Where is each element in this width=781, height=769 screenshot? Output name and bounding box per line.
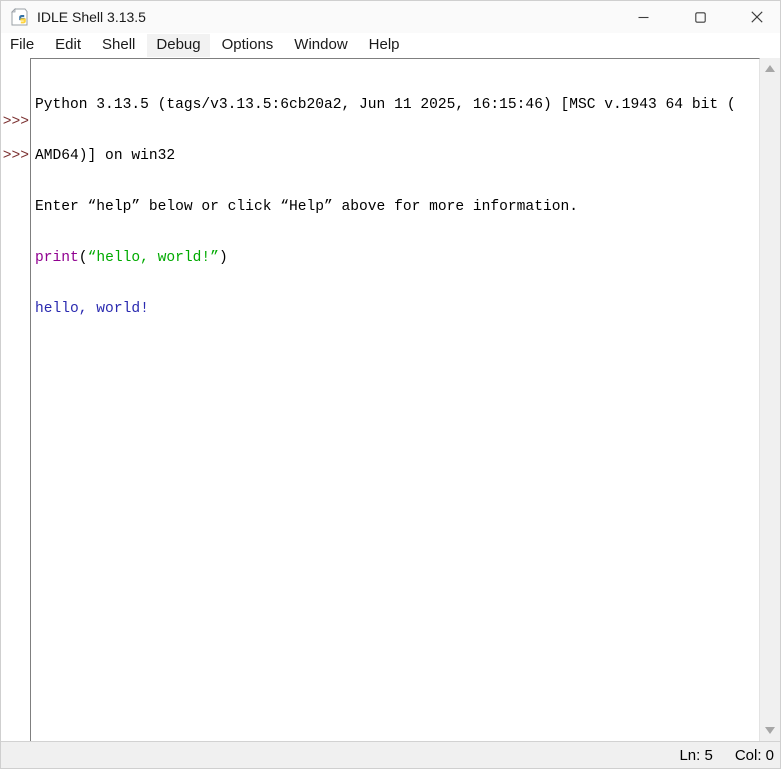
banner-line-2: AMD64)] on win32 [35, 148, 757, 165]
banner-line-1: Python 3.13.5 (tags/v3.13.5:6cb20a2, Jun… [35, 97, 757, 114]
shell-prompt-sidebar: >>> >>> [1, 59, 30, 740]
idle-shell-window: { "window": { "title": "IDLE Shell 3.13.… [0, 0, 781, 769]
menu-edit[interactable]: Edit [46, 34, 90, 57]
status-line-indicator: Ln: 5 [679, 747, 712, 764]
minimize-icon [638, 12, 649, 23]
close-icon [751, 11, 763, 23]
banner-line-3: Enter “help” below or click “Help” above… [35, 199, 757, 216]
menu-bar: File Edit Shell Debug Options Window Hel… [1, 33, 780, 58]
menu-shell[interactable]: Shell [93, 34, 144, 57]
menu-help[interactable]: Help [360, 34, 409, 57]
menu-debug[interactable]: Debug [147, 34, 209, 57]
status-bar: Ln: 5 Col: 0 [1, 741, 780, 768]
banner-text-1: Python 3.13.5 (tags/v3.13.5:6cb20a2, Jun… [35, 97, 736, 113]
vertical-scrollbar[interactable] [760, 58, 780, 741]
prompt-row-empty [1, 131, 29, 148]
title-bar[interactable]: IDLE Shell 3.13.5 [1, 1, 780, 33]
code-string: “hello, world!” [88, 250, 219, 266]
menu-window[interactable]: Window [285, 34, 356, 57]
prompt-row-empty [1, 63, 29, 80]
scroll-down-button[interactable] [760, 722, 780, 739]
shell-prompt: >>> [1, 114, 29, 131]
output-line: hello, world! [35, 301, 757, 318]
menu-file[interactable]: File [1, 34, 43, 57]
code-builtin: print [35, 250, 79, 266]
prompt-row-empty [1, 97, 29, 114]
window-title: IDLE Shell 3.13.5 [37, 9, 146, 25]
shell-text-frame: Python 3.13.5 (tags/v3.13.5:6cb20a2, Jun… [30, 58, 760, 741]
shell-prompt: >>> [1, 148, 29, 165]
banner-text-2: AMD64)] on win32 [35, 148, 175, 164]
shell-text-area[interactable]: Python 3.13.5 (tags/v3.13.5:6cb20a2, Jun… [31, 59, 759, 741]
code-input-line: print(“hello, world!”) [35, 250, 757, 267]
maximize-icon [695, 12, 706, 23]
scroll-up-button[interactable] [760, 60, 780, 77]
scroll-up-icon [765, 65, 775, 72]
scroll-down-icon [765, 727, 775, 734]
prompt-row-empty [1, 80, 29, 97]
minimize-button[interactable] [620, 1, 666, 33]
code-paren-open: ( [79, 250, 88, 266]
maximize-button[interactable] [677, 1, 723, 33]
menu-options[interactable]: Options [213, 34, 283, 57]
stdout-text: hello, world! [35, 301, 149, 317]
close-button[interactable] [734, 1, 780, 33]
code-paren-close: ) [219, 250, 228, 266]
window-controls [620, 1, 780, 33]
idle-app-icon [11, 8, 28, 26]
status-column-indicator: Col: 0 [735, 747, 774, 764]
current-input-line [35, 352, 757, 369]
banner-text-3: Enter “help” below or click “Help” above… [35, 199, 578, 215]
